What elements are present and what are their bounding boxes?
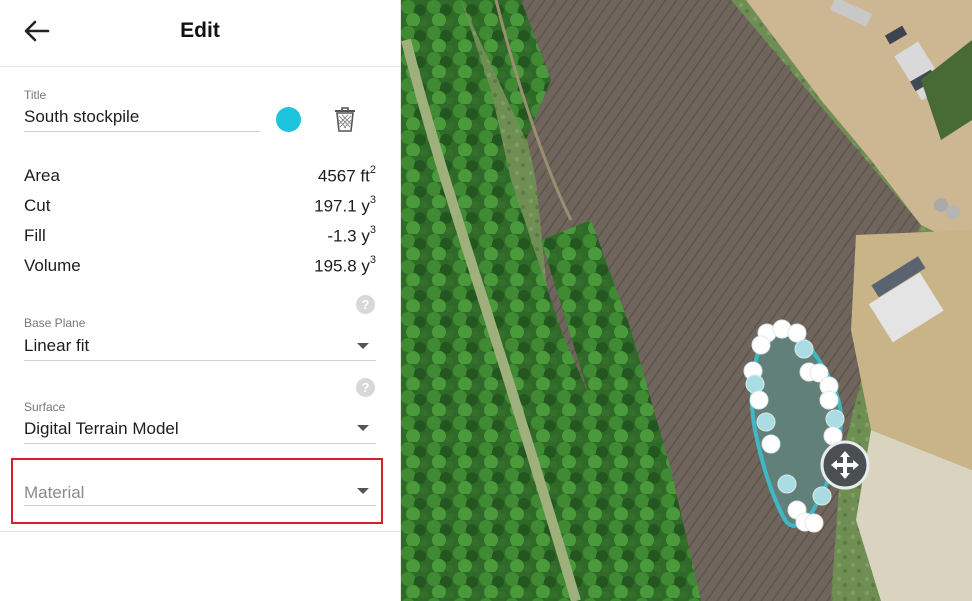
aerial-map[interactable] (401, 0, 972, 601)
base-plane-help-icon[interactable]: ? (356, 295, 375, 314)
move-arrows-icon[interactable] (820, 440, 870, 490)
surface-select[interactable]: Digital Terrain Model (24, 419, 179, 439)
material-chevron-down-icon[interactable] (357, 488, 369, 494)
surface-underline (24, 443, 376, 444)
color-picker-button[interactable] (276, 107, 301, 132)
title-input[interactable]: South stockpile (24, 107, 139, 127)
base-plane-underline (24, 360, 376, 361)
stat-volume-value: 195.8 y3 (314, 254, 376, 276)
surface-label: Surface (24, 400, 66, 414)
surface-help-icon[interactable]: ? (356, 378, 375, 397)
page-title: Edit (180, 19, 220, 42)
surface-chevron-down-icon[interactable] (357, 425, 369, 431)
stat-fill-value: -1.3 y3 (327, 224, 376, 246)
aerial-imagery (401, 0, 972, 601)
panel-divider (0, 531, 400, 532)
base-plane-select[interactable]: Linear fit (24, 336, 89, 356)
edit-panel: Edit Title South stockpile Area 4567 ft2… (0, 0, 401, 601)
stat-cut-name: Cut (24, 196, 51, 215)
title-underline (24, 131, 260, 132)
title-label: Title (24, 88, 47, 102)
base-plane-chevron-down-icon[interactable] (357, 343, 369, 349)
material-select[interactable]: Material (24, 483, 84, 503)
material-underline (24, 505, 376, 506)
stat-cut-value: 197.1 y3 (314, 194, 376, 216)
stat-area-value: 4567 ft2 (317, 164, 376, 186)
stat-volume-name: Volume (24, 256, 81, 275)
stat-fill-name: Fill (24, 226, 46, 245)
trash-icon[interactable] (333, 106, 357, 134)
base-plane-label: Base Plane (24, 316, 86, 330)
panel-header: Edit (0, 0, 400, 67)
stat-area-name: Area (24, 166, 60, 185)
